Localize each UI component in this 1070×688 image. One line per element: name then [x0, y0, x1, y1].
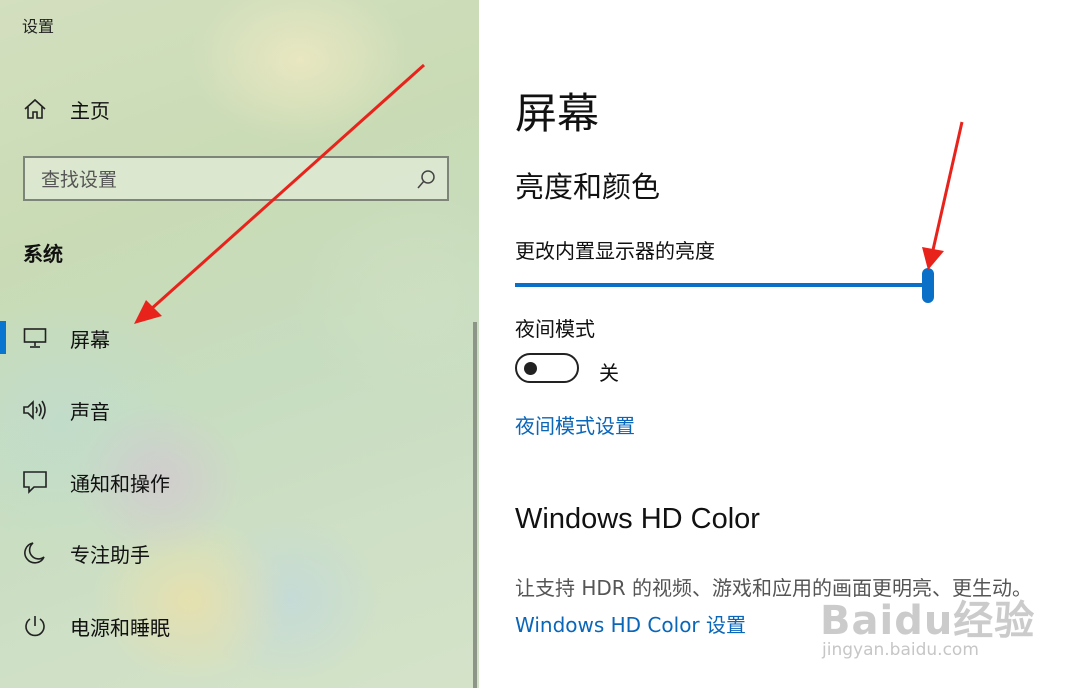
brightness-label: 更改内置显示器的亮度: [515, 239, 715, 263]
brightness-slider-thumb[interactable]: [922, 268, 934, 303]
hd-color-settings-link[interactable]: Windows HD Color 设置: [515, 609, 746, 638]
sidebar-item-focus-assist[interactable]: 专注助手: [0, 531, 470, 575]
hd-color-title: Windows HD Color: [515, 503, 760, 535]
sidebar: 设置 主页 系统 屏幕: [0, 0, 479, 688]
section-header: 系统: [23, 242, 63, 266]
night-mode-state: 关: [599, 361, 619, 385]
toggle-knob: [524, 362, 537, 375]
sidebar-item-home[interactable]: 主页: [0, 87, 470, 131]
brightness-section-title: 亮度和颜色: [515, 170, 661, 204]
sidebar-scrollbar[interactable]: [473, 322, 477, 688]
brightness-slider[interactable]: [515, 283, 929, 287]
night-mode-toggle[interactable]: [515, 353, 579, 383]
sidebar-item-display[interactable]: 屏幕: [0, 316, 470, 360]
sidebar-item-label: 电源和睡眠: [70, 615, 170, 640]
page-title: 屏幕: [515, 89, 600, 138]
search-icon[interactable]: [415, 169, 437, 191]
power-icon: [22, 613, 48, 639]
moon-icon: [22, 540, 48, 566]
search-box[interactable]: [23, 156, 449, 201]
home-icon: [22, 96, 48, 122]
sidebar-item-power-sleep[interactable]: 电源和睡眠: [0, 604, 470, 648]
main-content: 屏幕 亮度和颜色 更改内置显示器的亮度 夜间模式 关 夜间模式设置 Window…: [479, 0, 1070, 688]
sidebar-item-notifications[interactable]: 通知和操作: [0, 460, 470, 504]
sidebar-item-label: 专注助手: [70, 542, 150, 567]
night-mode-label: 夜间模式: [515, 317, 595, 341]
hd-color-description: 让支持 HDR 的视频、游戏和应用的画面更明亮、更生动。: [515, 576, 1033, 600]
monitor-icon: [22, 325, 48, 351]
speaker-icon: [22, 397, 48, 423]
sidebar-item-label: 声音: [70, 399, 110, 424]
night-mode-settings-link[interactable]: 夜间模式设置: [515, 410, 635, 439]
sidebar-item-sound[interactable]: 声音: [0, 388, 470, 432]
message-icon: [22, 469, 48, 495]
app-title: 设置: [22, 17, 55, 36]
sidebar-item-label: 通知和操作: [70, 471, 170, 496]
search-input[interactable]: [39, 166, 403, 194]
sidebar-item-label: 屏幕: [70, 327, 110, 352]
sidebar-item-label: 主页: [70, 98, 110, 123]
